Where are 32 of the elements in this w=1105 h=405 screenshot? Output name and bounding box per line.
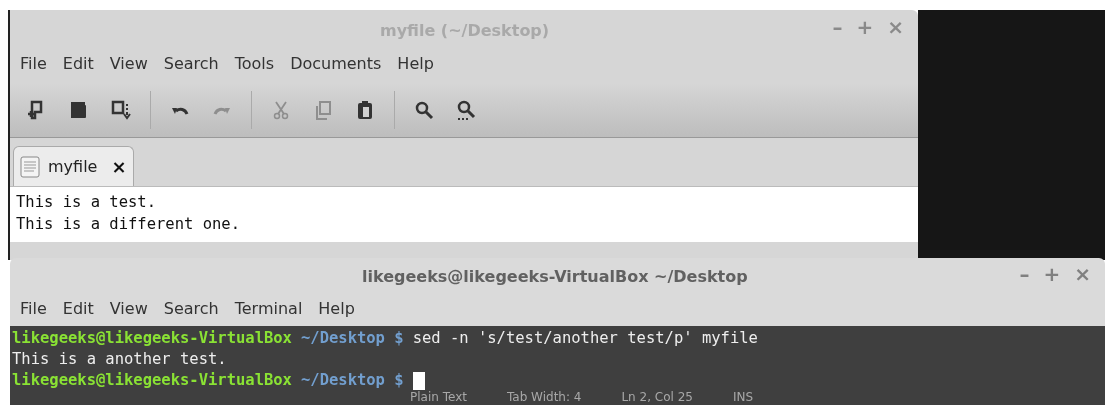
status-item: Plain Text [410,391,467,404]
menu-item[interactable]: Edit [56,50,100,78]
close-tab-button[interactable]: × [111,153,127,180]
text-line: This is a test. [16,192,156,213]
menu-item[interactable]: View [103,295,154,323]
prompt-path: ~/Desktop $ [300,370,404,391]
prompt-user: likegeeks@likegeeks-VirtualBox [12,328,292,349]
prompt-path: ~/Desktop $ [300,328,404,349]
status-item: Ln 2, Col 25 [621,391,693,404]
menu-item[interactable]: Help [312,295,361,323]
text-line: This is a different one. [16,214,240,235]
status-item: INS [732,391,754,404]
menu-item[interactable]: View [103,50,154,78]
menu-item[interactable]: Edit [56,295,100,323]
text-document-icon [20,155,40,178]
prompt-user: likegeeks@likegeeks-VirtualBox [12,370,292,391]
menu-item[interactable]: Search [157,295,225,323]
menu-item[interactable]: Search [157,50,225,78]
window-title: likegeeks@likegeeks-VirtualBox ~/Desktop [362,266,748,288]
command-text: sed -n 's/test/another test/p' myfile [412,328,758,349]
tab-label: myfile [48,155,98,178]
menu-item[interactable]: Documents [284,50,388,78]
output-text: This is a another test. [12,349,227,370]
menu-item[interactable]: File [14,295,53,323]
terminal-screen[interactable]: likegeeks@likegeeks-VirtualBox ~/Desktop $ sed -n 's/test/another test/p' myfile This is a another test. likegeeks@likegeeks-VirtualBox ~/Desktop $ Plain Text Tab Width: 4 Ln 2, Col 25 INS [10,326,1105,405]
status-item: Tab Width: 4 [506,391,582,404]
text-editor-area[interactable]: This is a test. This is a different one. [10,186,918,242]
menu-item[interactable]: File [14,50,53,78]
menu-item[interactable]: Tools [228,50,281,78]
menu-item[interactable]: Terminal [228,295,309,323]
menu-item[interactable]: Help [391,50,440,78]
tab[interactable]: myfile × [13,146,134,186]
